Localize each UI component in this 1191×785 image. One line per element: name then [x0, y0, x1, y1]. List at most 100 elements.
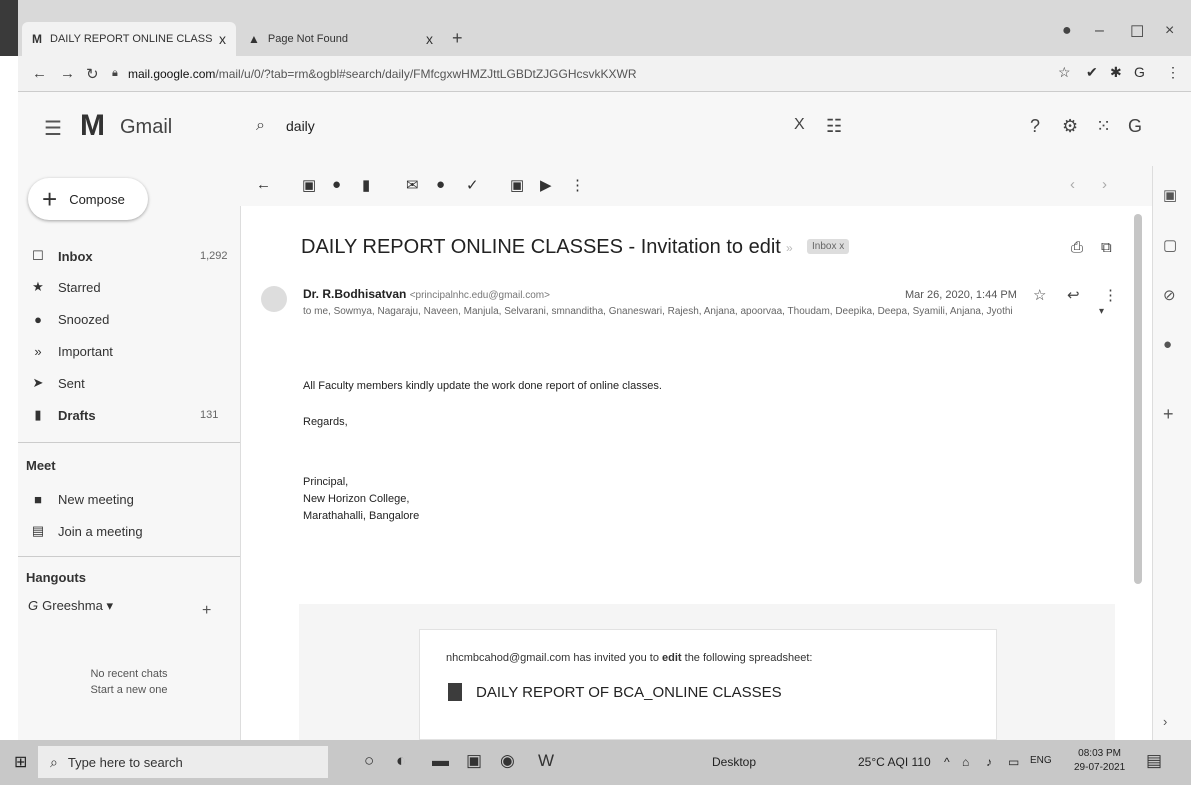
add-to-tasks-icon[interactable]: ✓ — [466, 176, 479, 194]
tasks-icon[interactable]: ⊘ — [1163, 286, 1176, 304]
clock-icon: ● — [34, 311, 42, 327]
reload-icon[interactable]: ↻ — [86, 65, 99, 83]
volume-icon[interactable]: ♪ — [986, 755, 992, 769]
search-icon[interactable]: ⌕ — [256, 117, 265, 135]
close-window-button[interactable]: × — [1165, 22, 1174, 40]
message-more-icon[interactable]: ⋮ — [1103, 286, 1118, 304]
network-icon[interactable]: ⌂ — [962, 755, 969, 769]
chrome-icon[interactable]: ◉ — [500, 751, 515, 771]
recipients-line[interactable]: to me, Sowmya, Nagaraju, Naveen, Manjula… — [303, 306, 1043, 317]
invitation-panel: nhcmbcahod@gmail.com has invited you to … — [299, 604, 1115, 740]
left-sidebar: + Compose ☐ Inbox 1,292 ★ Starred ● Snoo… — [18, 166, 240, 740]
sidebar-item-sent[interactable]: ➤ Sent — [18, 368, 240, 398]
label-icon[interactable]: ▶ — [540, 176, 552, 194]
close-tab-icon[interactable]: x — [219, 31, 226, 47]
search-icon: ⌕ — [50, 753, 58, 770]
gmail-logo-icon[interactable]: M — [80, 109, 105, 143]
new-tab-button[interactable]: + — [452, 28, 463, 49]
snooze-icon[interactable]: ● — [436, 176, 445, 193]
important-icon: » — [34, 343, 42, 359]
calendar-icon[interactable]: ▣ — [1163, 186, 1177, 204]
inbox-count: 1,292 — [200, 250, 228, 262]
archive-icon[interactable]: ▣ — [302, 176, 316, 194]
open-new-window-icon[interactable]: ⧉ — [1101, 239, 1112, 256]
main-menu-icon[interactable]: ☰ — [44, 116, 62, 141]
sender-avatar[interactable] — [261, 286, 287, 312]
url-domain: mail.google.com — [128, 67, 216, 81]
weather-widget[interactable]: 25°C AQI 110 — [858, 755, 931, 769]
minimize-button[interactable]: – — [1095, 22, 1104, 40]
newer-icon[interactable]: ‹ — [1070, 176, 1075, 193]
add-hangout-icon[interactable]: + — [202, 602, 211, 620]
file-explorer-icon[interactable]: ▬ — [432, 751, 449, 771]
lock-icon[interactable]: 🔒︎ — [112, 67, 118, 80]
battery-icon[interactable]: ▭ — [1008, 755, 1019, 769]
expand-panel-icon[interactable]: › — [1163, 714, 1167, 729]
extensions-puzzle-icon[interactable]: ✱ — [1110, 64, 1122, 81]
star-message-icon[interactable]: ☆ — [1033, 286, 1046, 304]
inbox-label-badge[interactable]: Inbox x — [807, 239, 850, 254]
sidebar-item-drafts[interactable]: ▮ Drafts 131 — [18, 400, 240, 430]
help-icon[interactable]: ? — [1030, 116, 1040, 137]
more-actions-icon[interactable]: ⋮ — [570, 176, 585, 194]
browser-menu-icon[interactable]: ⋮ — [1166, 64, 1180, 81]
tab-page-not-found[interactable]: ▲ Page Not Found x — [238, 22, 443, 56]
edge-icon[interactable]: ◐ — [396, 751, 406, 771]
language-indicator[interactable]: ENG — [1030, 755, 1052, 766]
show-details-icon[interactable]: ▾ — [1099, 306, 1104, 317]
back-to-list-icon[interactable]: ← — [256, 176, 271, 193]
close-tab-icon[interactable]: x — [426, 31, 433, 47]
maximize-button[interactable]: ☐ — [1130, 22, 1144, 42]
settings-gear-icon[interactable]: ⚙ — [1062, 116, 1078, 137]
message-scrollbar[interactable] — [1134, 214, 1142, 584]
account-avatar-icon[interactable]: G — [1128, 116, 1142, 137]
sidebar-item-starred[interactable]: ★ Starred — [18, 272, 240, 302]
keep-icon[interactable]: ▢ — [1163, 236, 1177, 254]
bookmark-star-icon[interactable]: ☆ — [1058, 64, 1071, 81]
reply-icon[interactable]: ↩ — [1067, 286, 1080, 304]
contacts-icon[interactable]: ● — [1163, 336, 1172, 353]
move-to-icon[interactable]: ▣ — [510, 176, 524, 194]
spreadsheet-link[interactable]: DAILY REPORT OF BCA_ONLINE CLASSES — [476, 684, 782, 701]
notifications-icon[interactable]: ▤ — [1146, 751, 1162, 771]
taskbar-search[interactable]: ⌕ Type here to search — [38, 746, 328, 778]
store-icon[interactable]: ▣ — [466, 751, 482, 771]
new-meeting-item[interactable]: ■ New meeting — [18, 484, 240, 514]
back-arrow-icon[interactable]: ← — [32, 65, 47, 82]
profile-dot-icon[interactable]: ● — [1062, 22, 1072, 40]
url-field[interactable]: mail.google.com/mail/u/0/?tab=rm&ogbl#se… — [128, 62, 1058, 86]
get-addons-icon[interactable]: + — [1163, 404, 1174, 425]
spreadsheet-icon — [448, 683, 462, 701]
apps-grid-icon[interactable]: ⁙ — [1096, 116, 1111, 137]
sidebar-item-inbox[interactable]: ☐ Inbox 1,292 — [18, 241, 240, 271]
hangouts-user[interactable]: G Greeshma ▾ — [28, 598, 113, 614]
forward-arrow-icon[interactable]: → — [60, 65, 75, 82]
tab-title: DAILY REPORT ONLINE CLASSES — [50, 33, 213, 45]
sender-line: Dr. R.Bodhisatvan <principalnhc.edu@gmai… — [303, 287, 550, 301]
cortana-icon[interactable]: ○ — [364, 751, 374, 771]
tab-gmail[interactable]: M DAILY REPORT ONLINE CLASSES x — [22, 22, 236, 56]
profile-avatar-icon[interactable]: G — [1134, 64, 1145, 80]
older-icon[interactable]: › — [1102, 176, 1107, 193]
windows-start-icon[interactable]: ⊞ — [14, 752, 27, 772]
search-input[interactable] — [286, 118, 766, 134]
desktop-toolbar[interactable]: Desktop — [712, 755, 756, 769]
word-icon[interactable]: W — [538, 751, 554, 771]
signature-title: Principal, — [303, 476, 349, 488]
drafts-count: 131 — [200, 409, 219, 421]
tray-chevron-icon[interactable]: ^ — [944, 755, 950, 769]
importance-marker-icon[interactable]: » — [786, 241, 793, 255]
sidebar-item-snoozed[interactable]: ● Snoozed — [18, 304, 240, 334]
sidebar-item-important[interactable]: » Important — [18, 336, 240, 366]
mark-unread-icon[interactable]: ✉ — [406, 176, 419, 194]
delete-icon[interactable]: ▮ — [362, 176, 370, 194]
check-extension-icon[interactable]: ✔ — [1086, 64, 1098, 81]
join-meeting-item[interactable]: ▤ Join a meeting — [18, 516, 240, 546]
print-icon[interactable]: ⎙ — [1071, 239, 1083, 256]
compose-button[interactable]: + Compose — [28, 178, 148, 220]
report-spam-icon[interactable]: ● — [332, 176, 341, 193]
start-new-chat-link[interactable]: Start a new one — [18, 684, 240, 696]
search-options-icon[interactable]: ☷ — [826, 116, 842, 137]
taskbar-clock[interactable]: 08:03 PM 29-07-2021 — [1074, 747, 1125, 775]
clear-search-icon[interactable]: X — [794, 116, 805, 134]
